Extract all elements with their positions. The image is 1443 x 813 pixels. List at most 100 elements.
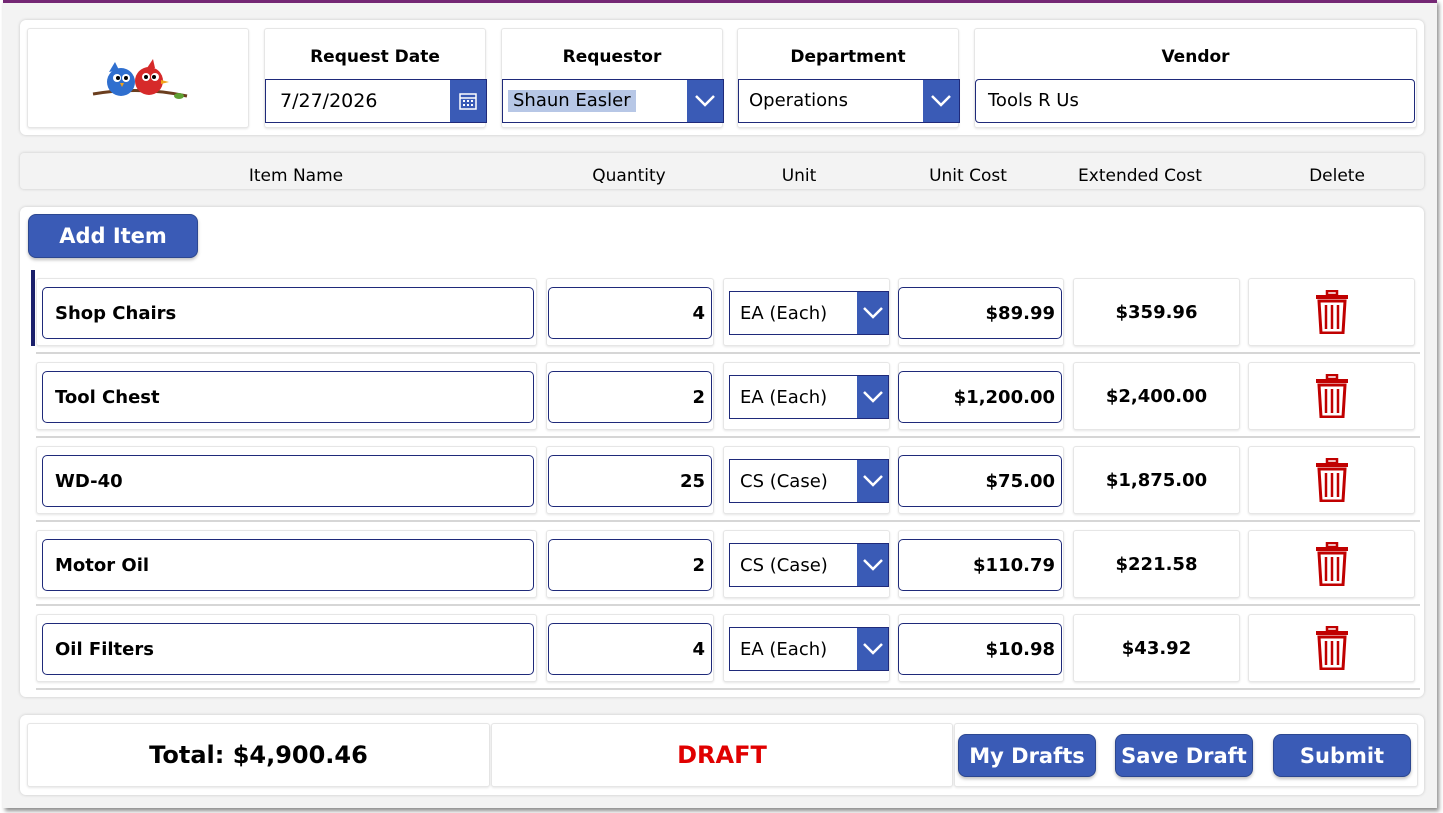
vendor-input[interactable]: Tools R Us: [975, 79, 1415, 123]
table-row: Shop Chairs 4 EA (Each) $89.99 $359.96: [36, 270, 1420, 354]
extended-cost-cell: $43.92: [1073, 614, 1240, 682]
unit-cost-input[interactable]: $110.79: [898, 539, 1062, 591]
quantity-value: 2: [692, 554, 705, 576]
requestor-label: Requestor: [562, 47, 662, 67]
col-item-name: Item Name: [248, 166, 344, 186]
vendor-card: Vendor Tools R Us: [974, 28, 1417, 128]
requestor-dropdown-button[interactable]: [687, 80, 723, 122]
request-date-input[interactable]: 7/27/2026: [265, 79, 487, 123]
unit-value: EA (Each): [740, 638, 828, 660]
quantity-value: 4: [692, 638, 705, 660]
extended-cost-value: $1,875.00: [1105, 469, 1208, 491]
chevron-down-icon: [862, 307, 883, 319]
unit-cost-value: $89.99: [985, 302, 1055, 324]
unit-value: EA (Each): [740, 386, 828, 408]
delete-cell: [1248, 530, 1415, 598]
col-extended-cost: Extended Cost: [1078, 166, 1202, 186]
delete-cell: [1248, 362, 1415, 430]
item-name-value: Tool Chest: [55, 386, 160, 408]
my-drafts-button[interactable]: My Drafts: [958, 734, 1096, 777]
unit-value: CS (Case): [740, 470, 828, 492]
unit-dropdown-button[interactable]: [857, 544, 888, 586]
calendar-icon: [459, 93, 477, 110]
column-header-bar: Item Name Quantity Unit Unit Cost Extend…: [20, 153, 1424, 189]
table-row: WD-40 25 CS (Case) $75.00 $1,875.00: [36, 438, 1420, 522]
requestor-value: Shaun Easler: [508, 90, 636, 112]
selected-row-indicator: [31, 270, 35, 346]
unit-value: EA (Each): [740, 302, 828, 324]
submit-button[interactable]: Submit: [1273, 734, 1411, 777]
extended-cost-cell: $221.58: [1073, 530, 1240, 598]
chevron-down-icon: [862, 559, 883, 571]
trash-icon[interactable]: [1315, 290, 1349, 334]
status-card: DRAFT: [491, 723, 953, 787]
unit-cost-value: $1,200.00: [953, 386, 1055, 408]
unit-dropdown[interactable]: EA (Each): [729, 291, 889, 335]
quantity-value: 4: [692, 302, 705, 324]
quantity-input[interactable]: 2: [548, 539, 712, 591]
department-dropdown-button[interactable]: [923, 80, 959, 122]
add-item-button[interactable]: Add Item: [28, 214, 198, 258]
unit-dropdown-button[interactable]: [857, 292, 888, 334]
quantity-input[interactable]: 4: [548, 623, 712, 675]
col-delete: Delete: [1309, 166, 1365, 186]
logo-card: [27, 28, 249, 128]
unit-value: CS (Case): [740, 554, 828, 576]
department-label: Department: [790, 47, 906, 67]
item-name-value: Oil Filters: [55, 638, 154, 660]
trash-icon[interactable]: [1315, 374, 1349, 418]
extended-cost-cell: $2,400.00: [1073, 362, 1240, 430]
requestor-dropdown[interactable]: Shaun Easler: [502, 79, 724, 123]
quantity-value: 25: [679, 470, 705, 492]
header-panel: Request Date 7/27/2026 Requestor Shaun E…: [20, 20, 1424, 135]
extended-cost-value: $221.58: [1115, 553, 1198, 575]
department-dropdown[interactable]: Operations: [738, 79, 960, 123]
extended-cost-value: $43.92: [1121, 637, 1192, 659]
item-name-input[interactable]: Oil Filters: [42, 623, 534, 675]
unit-cost-input[interactable]: $10.98: [898, 623, 1062, 675]
extended-cost-cell: $1,875.00: [1073, 446, 1240, 514]
item-name-input[interactable]: Motor Oil: [42, 539, 534, 591]
unit-cost-value: $10.98: [985, 638, 1055, 660]
table-row: Tool Chest 2 EA (Each) $1,200.00 $2,400.00: [36, 354, 1420, 438]
extended-cost-value: $2,400.00: [1105, 385, 1208, 407]
table-row: Motor Oil 2 CS (Case) $110.79 $221.58: [36, 522, 1420, 606]
trash-icon[interactable]: [1315, 542, 1349, 586]
vendor-label: Vendor: [1161, 47, 1230, 67]
chevron-down-icon: [695, 95, 715, 107]
department-card: Department Operations: [737, 28, 960, 128]
unit-dropdown[interactable]: EA (Each): [729, 375, 889, 419]
chevron-down-icon: [862, 475, 883, 487]
unit-dropdown[interactable]: CS (Case): [729, 543, 889, 587]
item-name-input[interactable]: Tool Chest: [42, 371, 534, 423]
request-date-card: Request Date 7/27/2026: [264, 28, 487, 128]
quantity-value: 2: [692, 386, 705, 408]
unit-cost-input[interactable]: $89.99: [898, 287, 1062, 339]
unit-dropdown-button[interactable]: [857, 460, 888, 502]
table-row: Oil Filters 4 EA (Each) $10.98 $43.92: [36, 606, 1420, 690]
item-name-input[interactable]: WD-40: [42, 455, 534, 507]
unit-dropdown-button[interactable]: [857, 628, 888, 670]
item-name-input[interactable]: Shop Chairs: [42, 287, 534, 339]
unit-dropdown[interactable]: CS (Case): [729, 459, 889, 503]
quantity-input[interactable]: 25: [548, 455, 712, 507]
col-unit-cost: Unit Cost: [929, 166, 1007, 186]
save-draft-button[interactable]: Save Draft: [1115, 734, 1253, 777]
requestor-card: Requestor Shaun Easler: [501, 28, 724, 128]
trash-icon[interactable]: [1315, 626, 1349, 670]
unit-dropdown[interactable]: EA (Each): [729, 627, 889, 671]
request-date-value: 7/27/2026: [280, 89, 378, 112]
chevron-down-icon: [862, 643, 883, 655]
trash-icon[interactable]: [1315, 458, 1349, 502]
unit-cost-input[interactable]: $75.00: [898, 455, 1062, 507]
status-text: DRAFT: [677, 741, 767, 769]
unit-cost-input[interactable]: $1,200.00: [898, 371, 1062, 423]
chevron-down-icon: [931, 95, 951, 107]
item-name-value: Shop Chairs: [55, 302, 177, 324]
calendar-button[interactable]: [450, 80, 486, 122]
total-card: Total: $4,900.46: [27, 723, 490, 787]
quantity-input[interactable]: 2: [548, 371, 712, 423]
unit-dropdown-button[interactable]: [857, 376, 888, 418]
unit-cost-value: $75.00: [985, 470, 1055, 492]
quantity-input[interactable]: 4: [548, 287, 712, 339]
